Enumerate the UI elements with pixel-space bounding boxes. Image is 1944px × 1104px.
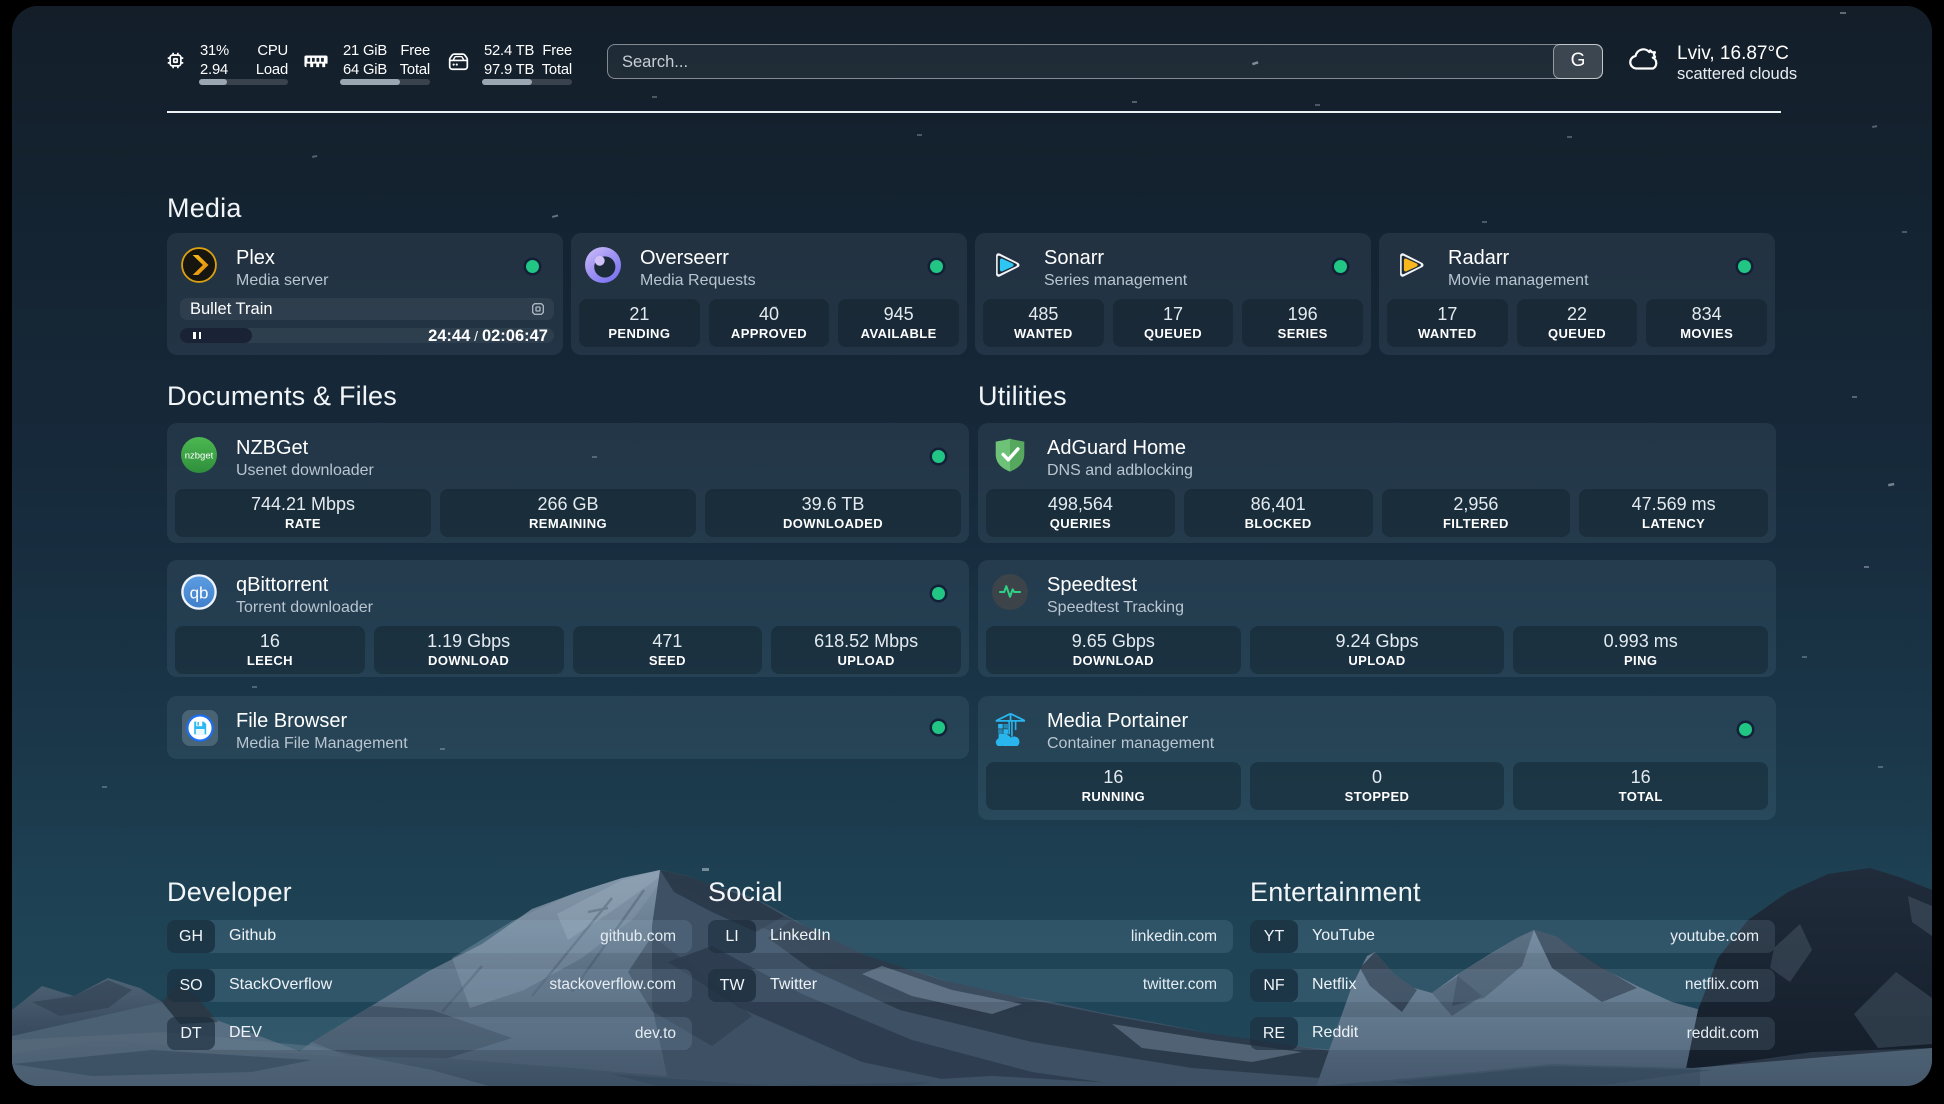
svg-text:nzbget: nzbget — [185, 451, 214, 462]
svg-text:qb: qb — [190, 583, 209, 602]
